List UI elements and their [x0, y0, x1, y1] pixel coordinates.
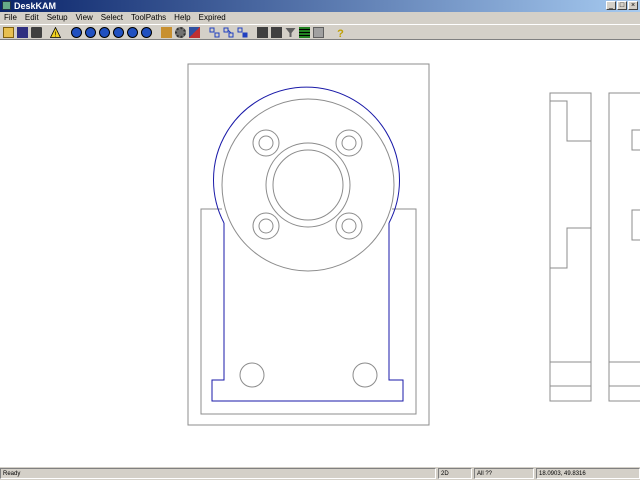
- tool-library-icon[interactable]: [161, 27, 172, 38]
- open-icon[interactable]: [3, 27, 14, 38]
- zoom-fit-icon[interactable]: [141, 27, 152, 38]
- menu-view[interactable]: View: [72, 12, 97, 24]
- layers-icon[interactable]: [299, 27, 310, 38]
- menu-edit[interactable]: Edit: [21, 12, 43, 24]
- selected-flange-arc: [213, 86, 400, 224]
- settings-icon[interactable]: [175, 27, 186, 38]
- menu-file[interactable]: File: [0, 12, 21, 24]
- cut-icon[interactable]: [189, 27, 200, 38]
- bolt-hole-bl: [252, 212, 280, 240]
- toolbar: ! ?: [0, 24, 640, 40]
- select-chain-icon[interactable]: [223, 27, 234, 38]
- status-selection: All ??: [474, 468, 534, 479]
- status-mode: 2D: [438, 468, 472, 479]
- bolt-hole-br-inner: [341, 218, 357, 234]
- side-view-1-outline: [549, 92, 592, 402]
- select-all-icon[interactable]: [237, 27, 248, 38]
- bolt-hole-tl-inner: [258, 135, 274, 151]
- status-coordinates: 18.0903, 49.8316: [536, 468, 640, 479]
- grid-icon[interactable]: [313, 27, 324, 38]
- side-view-1-step-bottom: [550, 227, 591, 269]
- svg-text:?: ?: [337, 28, 344, 38]
- menu-help[interactable]: Help: [170, 12, 194, 24]
- machine-icon[interactable]: [257, 27, 268, 38]
- app-icon: [2, 1, 11, 10]
- menu-expired[interactable]: Expired: [195, 12, 230, 24]
- side-view-2-outline: [608, 92, 640, 402]
- svg-text:!: !: [55, 32, 57, 39]
- zoom-out-icon[interactable]: [99, 27, 110, 38]
- bolt-hole-tr-inner: [341, 135, 357, 151]
- bolt-hole-tl: [252, 129, 280, 157]
- selected-base-contour: [211, 223, 404, 402]
- side-view-1-step-top: [550, 100, 591, 142]
- window-title: DeskKAM: [14, 1, 57, 11]
- side-view-1: [549, 92, 592, 402]
- machine-setup-icon[interactable]: [271, 27, 282, 38]
- close-button[interactable]: ×: [628, 1, 638, 10]
- side-view-2-notch-1: [631, 129, 640, 151]
- maximize-button[interactable]: □: [617, 1, 627, 10]
- mount-hole-right: [352, 362, 378, 388]
- side-view-2-notch-2: [631, 209, 640, 241]
- menu-toolpaths[interactable]: ToolPaths: [127, 12, 170, 24]
- zoom-all-icon[interactable]: [71, 27, 82, 38]
- menu-bar: File Edit Setup View Select ToolPaths He…: [0, 12, 640, 24]
- bolt-hole-br: [335, 212, 363, 240]
- warning-icon[interactable]: !: [49, 26, 62, 39]
- cad-view[interactable]: [0, 40, 640, 466]
- status-bar: Ready 2D All ?? 18.0903, 49.8316: [0, 466, 640, 480]
- mount-hole-left: [239, 362, 265, 388]
- minimize-button[interactable]: _: [606, 1, 616, 10]
- bore-inner-circle: [272, 149, 344, 221]
- select-icon[interactable]: [209, 27, 220, 38]
- status-message: Ready: [0, 468, 436, 479]
- part-outline-offset: [200, 208, 417, 415]
- side-view-2: [608, 92, 640, 402]
- help-icon[interactable]: ?: [335, 27, 346, 40]
- bore-outer-circle: [265, 142, 351, 228]
- drawing-canvas[interactable]: [0, 40, 640, 466]
- bolt-hole-bl-inner: [258, 218, 274, 234]
- menu-setup[interactable]: Setup: [43, 12, 72, 24]
- flange-inner-circle: [221, 98, 395, 272]
- title-bar: DeskKAM _ □ ×: [0, 0, 640, 12]
- bolt-hole-tr: [335, 129, 363, 157]
- filter-icon[interactable]: [285, 27, 296, 38]
- zoom-in-icon[interactable]: [85, 27, 96, 38]
- zoom-prev-icon[interactable]: [127, 27, 138, 38]
- print-icon[interactable]: [31, 27, 42, 38]
- menu-select[interactable]: Select: [97, 12, 127, 24]
- zoom-window-icon[interactable]: [113, 27, 124, 38]
- save-icon[interactable]: [17, 27, 28, 38]
